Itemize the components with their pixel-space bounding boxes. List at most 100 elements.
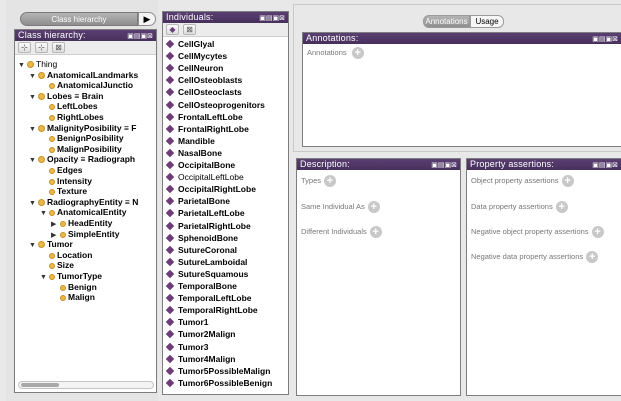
class-tree-hscrollbar[interactable]	[18, 381, 154, 389]
individual-item[interactable]: Tumor6PossibleBenign	[165, 378, 272, 388]
expand-down-icon[interactable]: ▼	[40, 209, 49, 219]
individual-item[interactable]: Tumor2Malign	[165, 329, 235, 339]
class-tree-node[interactable]: RightLobes	[40, 112, 104, 122]
expand-down-icon[interactable]: ▼	[29, 199, 38, 209]
individual-item[interactable]: TemporalRightLobe	[165, 305, 258, 315]
class-tree-node[interactable]: ▶ HeadEntity	[51, 218, 112, 228]
individual-icon	[165, 293, 175, 303]
class-tree-node[interactable]: MalignPosibility	[40, 144, 122, 154]
class-tree-node[interactable]: ▼ AnatomicalEntity	[40, 207, 126, 217]
description-title: Description:	[300, 159, 350, 169]
individual-item[interactable]: Mandible	[165, 136, 215, 146]
individual-item[interactable]: CellOsteoclasts	[165, 87, 242, 97]
class-label: SimpleEntity	[68, 228, 120, 239]
individual-icon	[165, 257, 175, 267]
individual-item[interactable]: CellMycytes	[165, 51, 227, 61]
individual-item[interactable]: OccipitalLeftLobe	[165, 172, 244, 183]
add-different-individual-button[interactable]: +	[369, 226, 382, 238]
expand-down-icon[interactable]: ▼	[29, 93, 38, 103]
individual-item[interactable]: ParietalRightLobe	[165, 221, 251, 231]
individual-label: CellGlyal	[178, 39, 215, 49]
expand-down-icon[interactable]: ▼	[29, 241, 38, 251]
data-property-label: Data property assertions	[471, 201, 553, 211]
class-icon	[38, 241, 45, 249]
add-object-property-button[interactable]: +	[561, 175, 574, 187]
individual-icon	[165, 100, 175, 109]
delete-individual-button[interactable]: ⊠	[183, 24, 196, 35]
class-tree-node[interactable]: AnatomicalJunctio	[40, 80, 133, 90]
add-negative-object-property-button[interactable]: +	[591, 226, 604, 238]
hscroll-thumb[interactable]	[21, 383, 59, 387]
class-tree-node[interactable]: Intensity	[40, 176, 92, 186]
expand-down-icon[interactable]: ▼	[29, 125, 38, 135]
individual-item[interactable]: TemporalBone	[165, 281, 237, 291]
delete-class-button[interactable]: ⊠	[52, 42, 65, 53]
individual-icon	[165, 148, 175, 158]
individual-label: OccipitalLeftLobe	[178, 172, 244, 183]
individual-item[interactable]: OccipitalRightLobe	[165, 184, 256, 194]
expand-down-icon[interactable]: ▼	[18, 61, 27, 71]
individual-item[interactable]: Tumor1	[165, 317, 209, 327]
add-sibling-button[interactable]: ⊹	[35, 42, 48, 53]
expand-down-icon[interactable]: ▼	[40, 273, 49, 283]
class-tree-node[interactable]: ▼ TumorType	[40, 271, 102, 281]
class-tree-node[interactable]: Location	[40, 250, 92, 260]
class-tree-node[interactable]: ▼ Lobes ≡ Brain	[29, 91, 103, 101]
expand-down-icon[interactable]: ▼	[29, 72, 38, 82]
class-label: Texture	[57, 186, 88, 197]
tab-usage[interactable]: Usage	[470, 15, 504, 28]
individual-item[interactable]: SphenoidBone	[165, 233, 238, 243]
annotations-title: Annotations:	[306, 33, 359, 43]
individual-item[interactable]: SutureCoronal	[165, 245, 237, 255]
individual-icon	[165, 354, 175, 363]
individual-item[interactable]: SutureSquamous	[165, 268, 249, 279]
class-tree-node[interactable]: Malign	[51, 292, 95, 302]
class-tree-node[interactable]: ▼ AnatomicalLandmarks	[29, 70, 138, 80]
add-subclass-button[interactable]: ⊹	[18, 42, 31, 53]
individual-item[interactable]: CellNeuron	[165, 63, 223, 73]
individual-item[interactable]: NasalBone	[165, 148, 222, 158]
class-label: RightLobes	[57, 112, 104, 122]
add-same-individual-button[interactable]: +	[367, 201, 380, 213]
add-annotation-button[interactable]: +	[351, 47, 364, 59]
class-tree-node[interactable]: Benign	[51, 282, 97, 292]
individual-item[interactable]: SutureLamboidal	[165, 257, 247, 267]
add-negative-data-property-button[interactable]: +	[586, 251, 599, 263]
class-tree-node[interactable]: Texture	[40, 186, 87, 196]
individual-item[interactable]: ParietalBone	[165, 196, 230, 206]
class-tree-node[interactable]: ▼ Tumor	[29, 239, 73, 249]
add-type-button[interactable]: +	[324, 175, 337, 187]
individual-item[interactable]: Tumor5PossibleMalign	[165, 366, 270, 376]
class-tree-node[interactable]: ▼ RadiographyEntity ≡ N	[29, 197, 138, 207]
add-data-property-button[interactable]: +	[555, 201, 568, 213]
view-controls-icon[interactable]: ▣▤▣⊠	[592, 160, 618, 171]
individual-item[interactable]: Tumor4Malign	[165, 354, 235, 364]
class-tree-node[interactable]: LeftLobes	[40, 101, 98, 111]
individual-item[interactable]: FrontalRightLobe	[165, 124, 249, 134]
class-icon	[38, 124, 45, 132]
individual-item[interactable]: ParietalLeftLobe	[165, 208, 245, 218]
class-tree-node[interactable]: ▼ Opacity ≡ Radiograph	[29, 154, 135, 164]
class-tree-node[interactable]: Size	[40, 260, 74, 270]
individual-item[interactable]: Tumor3	[165, 342, 209, 352]
individual-item[interactable]: TemporalLeftLobe	[165, 293, 252, 303]
class-tree-node[interactable]: ▶ SimpleEntity	[51, 229, 119, 239]
tab-overflow-arrow-icon[interactable]: ▶	[138, 12, 156, 26]
tab-annotations[interactable]: Annotations	[423, 15, 470, 28]
individual-item[interactable]: CellGlyal	[165, 39, 215, 49]
individual-item[interactable]: OccipitalBone	[165, 160, 235, 170]
individual-label: SutureSquamous	[178, 268, 249, 279]
expand-down-icon[interactable]: ▼	[29, 156, 38, 166]
individual-item[interactable]: CellOsteoblasts	[165, 75, 242, 85]
individual-item[interactable]: CellOsteoprogenitors	[165, 100, 265, 110]
class-tree-node[interactable]: ▼ MalignityPosibility ≡ F	[29, 123, 137, 133]
class-tree-node[interactable]: ▼ Thing	[18, 59, 57, 69]
tab-class-hierarchy[interactable]: Class hierarchy	[20, 12, 138, 26]
view-controls-icon[interactable]: ▣▤▣⊠	[431, 160, 457, 171]
add-individual-button[interactable]: ◆	[166, 24, 179, 35]
class-tree-node[interactable]: Edges	[40, 165, 83, 175]
class-tree-node[interactable]: BenignPosibility	[40, 133, 124, 143]
class-label: Edges	[57, 165, 83, 175]
class-hierarchy-title: Class hierarchy:	[18, 30, 86, 40]
individual-item[interactable]: FrontalLeftLobe	[165, 112, 243, 122]
